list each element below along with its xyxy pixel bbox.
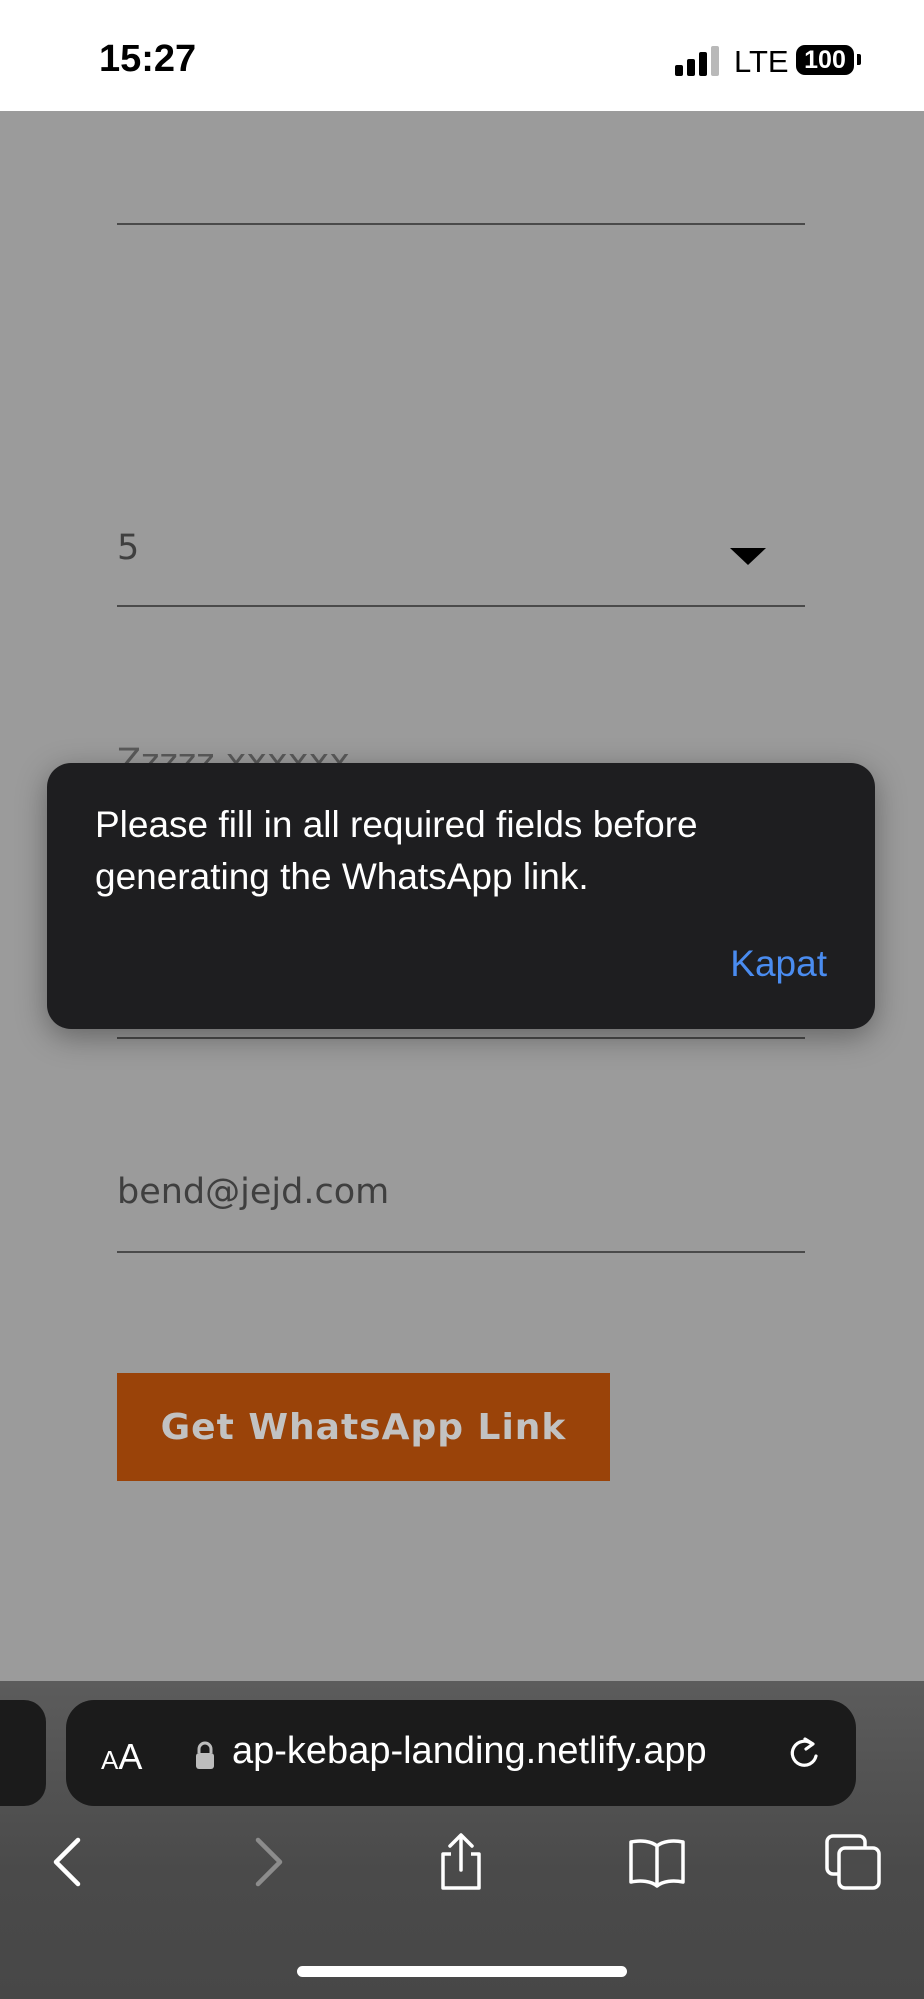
- url-text[interactable]: ap-kebap-landing.netlify.app: [232, 1730, 757, 1773]
- reload-icon[interactable]: [785, 1734, 825, 1774]
- email-field[interactable]: bend@jejd.com: [117, 1172, 389, 1212]
- field-underline-top: [117, 223, 805, 225]
- alert-message: Please fill in all required fields befor…: [95, 804, 698, 897]
- obscured-field-underline: [117, 1037, 805, 1039]
- battery-tip: [857, 54, 861, 65]
- text-size-small-a: A: [101, 1745, 119, 1775]
- battery-icon: 100: [796, 45, 854, 75]
- signal-icon: [675, 46, 721, 76]
- network-type: LTE: [734, 44, 789, 79]
- party-size-underline: [117, 605, 805, 607]
- forward-icon[interactable]: [238, 1832, 298, 1892]
- tabs-icon[interactable]: [823, 1832, 883, 1892]
- share-icon[interactable]: [431, 1832, 491, 1892]
- status-time: 15:27: [99, 38, 197, 80]
- text-size-button[interactable]: AA: [101, 1736, 142, 1778]
- home-indicator: [297, 1966, 627, 1977]
- email-underline: [117, 1251, 805, 1253]
- text-size-big-a: A: [118, 1736, 143, 1777]
- alert-close-button[interactable]: Kapat: [730, 943, 827, 985]
- lock-icon: [196, 1741, 214, 1769]
- status-bar: 15:27 LTE 100: [0, 0, 924, 111]
- dropdown-arrow-icon[interactable]: [730, 548, 766, 565]
- get-whatsapp-link-button[interactable]: Get WhatsApp Link: [117, 1373, 610, 1481]
- alert-dialog: Please fill in all required fields befor…: [47, 763, 875, 1029]
- back-icon[interactable]: [38, 1832, 98, 1892]
- party-size-select-value[interactable]: 5: [117, 528, 139, 568]
- bookmarks-icon[interactable]: [627, 1832, 687, 1892]
- previous-tab-preview[interactable]: [0, 1700, 46, 1806]
